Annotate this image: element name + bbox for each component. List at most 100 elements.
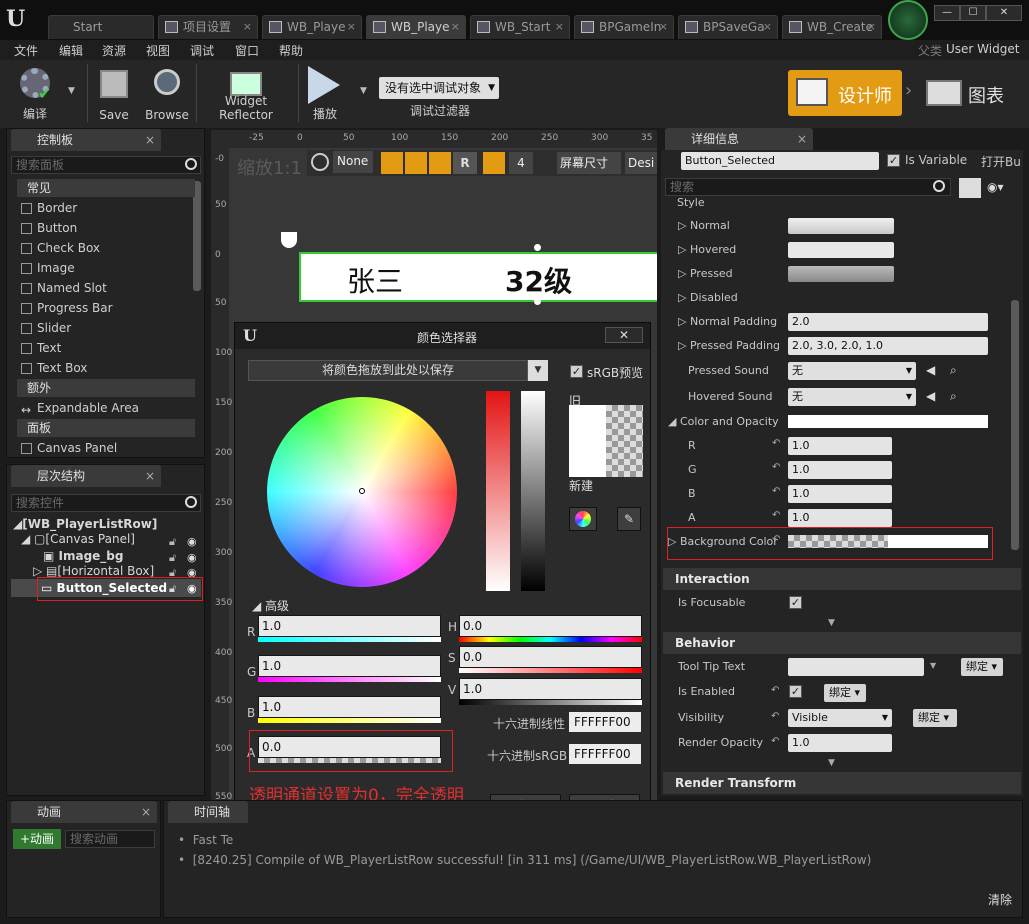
reset-icon[interactable]: ↶ [772, 510, 780, 521]
search-icon[interactable] [185, 496, 197, 508]
menu-view[interactable]: 视图 [146, 42, 170, 59]
close-icon[interactable]: × [451, 16, 460, 38]
prop-visibility[interactable]: Visibility [678, 711, 724, 724]
use-asset-icon[interactable]: ◀ [926, 389, 935, 403]
play-options-arrow[interactable]: ▼ [360, 86, 367, 96]
browse-button[interactable]: Browse [142, 64, 192, 124]
color-theme-dropzone[interactable]: 将颜色拖放到此处以保存 [248, 360, 528, 381]
close-icon[interactable]: × [145, 129, 155, 151]
section-behavior[interactable]: Behavior [663, 632, 1021, 654]
is-focusable-checkbox[interactable]: ✓ [789, 596, 802, 609]
reset-icon[interactable]: ↶ [771, 736, 779, 747]
close-icon[interactable]: × [659, 16, 668, 38]
prop-normal-padding[interactable]: ▷ Normal Padding 2.0 [664, 312, 1019, 334]
eye-icon[interactable]: ◉ [187, 551, 197, 564]
close-window-button[interactable]: ✕ [986, 5, 1022, 21]
resize-handle[interactable] [534, 298, 541, 305]
add-animation-button[interactable]: +动画 [13, 829, 61, 849]
tab-wb-playe-1[interactable]: WB_Playe × [262, 15, 362, 39]
palette-item-image[interactable]: Image [21, 261, 75, 275]
prop-is-focusable[interactable]: Is Focusable [678, 596, 745, 609]
palette-item-check-box[interactable]: Check Box [21, 241, 100, 255]
lock-toggle-icon[interactable] [405, 152, 427, 174]
prop-tool-tip[interactable]: Tool Tip Text [678, 660, 745, 673]
is-variable-checkbox[interactable]: ✓ [887, 154, 900, 167]
source-control-icon[interactable] [888, 0, 928, 40]
g-input[interactable]: 1.0 [788, 461, 892, 479]
search-icon[interactable] [185, 158, 197, 170]
reset-icon[interactable]: ↶ [772, 486, 780, 497]
play-button[interactable]: 播放 [302, 64, 348, 124]
browse-asset-icon[interactable]: ⌕ [950, 389, 957, 404]
palette-item-text[interactable]: Text [21, 341, 61, 355]
s-slider[interactable]: 0.0 [459, 646, 642, 668]
respect-locks-toggle[interactable] [429, 152, 451, 174]
color-wheel-cursor[interactable] [359, 488, 365, 494]
palette-item-named-slot[interactable]: Named Slot [21, 281, 107, 295]
close-icon[interactable]: × [555, 16, 564, 38]
widget-name-input[interactable]: Button_Selected [681, 152, 879, 170]
is-enabled-checkbox[interactable]: ✓ [789, 685, 802, 698]
tab-bpgamein[interactable]: BPGameIn × [574, 15, 674, 39]
debug-object-select[interactable]: 没有选中调试对象 ▼ [379, 77, 499, 99]
player-level-text[interactable]: 32级 [505, 260, 572, 300]
lock-icon[interactable]: 🔓︎ [169, 551, 176, 565]
render-opacity-input[interactable]: 1.0 [788, 734, 892, 752]
category-common[interactable]: 常见 [17, 179, 195, 197]
widget-reflector-button[interactable]: Widget Reflector [200, 64, 292, 124]
minimize-button[interactable]: — [934, 5, 960, 21]
close-icon[interactable]: × [141, 801, 151, 823]
palette-item-slider[interactable]: Slider [21, 321, 71, 335]
style-category[interactable]: Style [677, 196, 705, 209]
grid-snap-toggle[interactable] [483, 152, 505, 174]
palette-tab[interactable]: 控制板 × [11, 129, 161, 151]
parent-class-value[interactable]: User Widget [946, 42, 1019, 56]
animation-search-input[interactable]: 搜索动画 [65, 830, 155, 848]
is-enabled-bind-button[interactable]: 绑定 ▾ [824, 684, 866, 702]
globe-icon[interactable] [311, 153, 329, 171]
advanced-toggle[interactable]: ◢ 高级 [252, 597, 289, 614]
menu-asset[interactable]: 资源 [102, 42, 126, 59]
hex-linear-input[interactable]: FFFFFF00 [569, 712, 641, 732]
saturation-slider[interactable] [486, 391, 510, 591]
r-slider[interactable]: 1.0 [258, 615, 441, 637]
tab-wb-playe-2[interactable]: WB_Playe × [366, 15, 466, 39]
expand-arrow[interactable]: ▼ [828, 758, 835, 768]
clear-button[interactable]: 清除 [988, 891, 1012, 908]
design-size-dropdown[interactable]: Desi [625, 152, 657, 174]
pressed-sound-select[interactable]: 无 ▼ [788, 362, 916, 380]
compile-options-arrow[interactable]: ▼ [68, 86, 75, 96]
b-slider[interactable]: 1.0 [258, 696, 441, 718]
close-icon[interactable]: × [867, 16, 876, 38]
a-input[interactable]: 1.0 [788, 509, 892, 527]
palette-scrollbar[interactable] [193, 181, 201, 291]
resize-handle[interactable] [534, 244, 541, 251]
normal-padding-input[interactable]: 2.0 [788, 313, 988, 331]
category-extra[interactable]: 额外 [17, 379, 195, 397]
tree-horizontal-box[interactable]: ▷ ▤[Horizontal Box] [33, 564, 154, 578]
prop-hovered-sound[interactable]: Hovered Sound 无 ▼ ◀ ⌕ [664, 387, 1019, 409]
eye-icon[interactable]: ◉▾ [987, 180, 1004, 194]
color-opacity-swatch[interactable] [788, 415, 988, 428]
hex-srgb-input[interactable]: FFFFFF00 [569, 744, 641, 764]
color-wheel-mode-button[interactable] [569, 507, 597, 531]
reset-icon[interactable]: ↶ [771, 711, 779, 722]
chevron-down-icon[interactable]: ▼ [930, 661, 936, 670]
prop-color-opacity[interactable]: ◢ Color and Opacity [664, 412, 1019, 434]
prop-b[interactable]: B ↶ 1.0 [664, 484, 1019, 506]
close-icon[interactable]: × [347, 16, 356, 38]
prop-r[interactable]: R ↶ 1.0 [664, 436, 1019, 458]
grid-size-dropdown[interactable]: 4 [509, 152, 533, 174]
dialog-close-button[interactable]: ✕ [605, 327, 643, 343]
g-slider[interactable]: 1.0 [258, 655, 441, 677]
reset-icon[interactable]: ↶ [772, 462, 780, 473]
pressed-padding-input[interactable]: 2.0, 3.0, 2.0, 1.0 [788, 337, 988, 355]
palette-item-text-box[interactable]: Text Box [21, 361, 87, 375]
browse-asset-icon[interactable]: ⌕ [950, 363, 957, 378]
palette-item-expandable-area[interactable]: ↔ Expandable Area [21, 401, 139, 417]
reset-icon[interactable]: ↶ [771, 685, 779, 696]
tool-tip-bind-button[interactable]: 绑定 ▾ [961, 658, 1003, 676]
palette-search-input[interactable]: 搜索面板 [11, 156, 201, 174]
maximize-button[interactable]: ☐ [960, 5, 986, 21]
details-search-input[interactable]: 搜索 [665, 178, 951, 196]
